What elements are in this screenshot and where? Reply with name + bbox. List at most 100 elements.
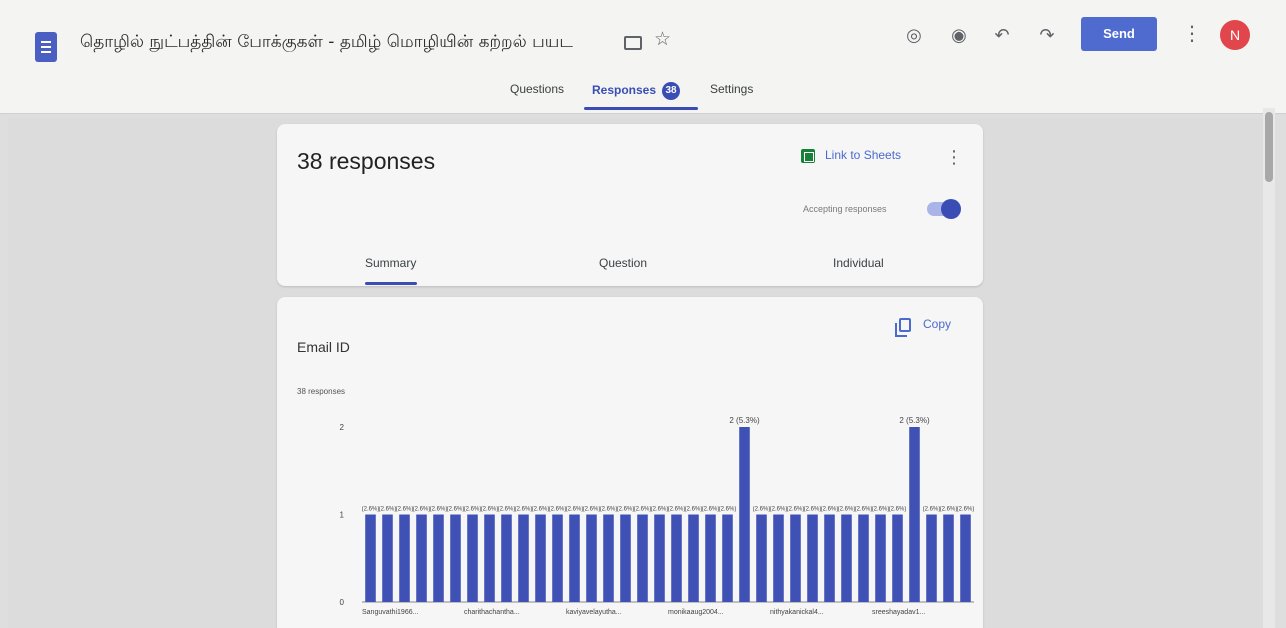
chart-bar bbox=[552, 514, 563, 602]
chart-bar bbox=[909, 427, 920, 602]
active-subtab-indicator bbox=[365, 282, 417, 285]
send-button[interactable]: Send bbox=[1081, 17, 1157, 51]
chart-bar bbox=[824, 514, 835, 602]
bar-data-label: (2.6%) bbox=[515, 507, 533, 513]
palette-icon[interactable]: ◎ bbox=[903, 24, 925, 46]
bar-data-label: (2.6%) bbox=[719, 507, 737, 513]
x-tick-label: charithachantha... bbox=[464, 609, 520, 616]
x-tick-label: Sanguvathi1966... bbox=[362, 609, 418, 616]
chart-bar bbox=[773, 514, 784, 602]
bar-data-label: (2.6%) bbox=[889, 507, 907, 513]
bar-data-label: (2.6%) bbox=[957, 507, 975, 513]
undo-icon[interactable]: ↶ bbox=[991, 24, 1013, 46]
chart-bar bbox=[382, 514, 393, 602]
bar-data-label: (2.6%) bbox=[430, 507, 448, 513]
chart-bar bbox=[399, 514, 410, 602]
chart-bar bbox=[756, 514, 767, 602]
chart-bar bbox=[416, 514, 427, 602]
bar-data-label: (2.6%) bbox=[362, 507, 380, 513]
y-tick-label: 0 bbox=[340, 598, 345, 607]
chart-bar bbox=[688, 514, 699, 602]
x-tick-label: kaviyavelayutha... bbox=[566, 609, 622, 616]
chart-bar bbox=[501, 514, 512, 602]
tab-responses[interactable]: Responses 38 bbox=[592, 82, 681, 100]
toggle-knob bbox=[941, 199, 961, 219]
form-tabs: Questions Responses 38 Settings bbox=[0, 82, 1286, 112]
subtab-individual[interactable]: Individual bbox=[833, 256, 884, 270]
tab-settings[interactable]: Settings bbox=[710, 82, 753, 96]
bar-data-label: (2.6%) bbox=[753, 507, 771, 513]
bar-data-label: (2.6%) bbox=[413, 507, 431, 513]
bar-data-label: (2.6%) bbox=[549, 507, 567, 513]
responses-more-icon[interactable]: ⋮ bbox=[945, 146, 963, 168]
chart-svg: 012(2.6%)Sanguvathi1966...(2.6%) (2.6%) (2… bbox=[340, 417, 975, 616]
bar-data-label: (2.6%) bbox=[447, 507, 465, 513]
subtab-summary[interactable]: Summary bbox=[365, 256, 416, 270]
chart-bar bbox=[637, 514, 648, 602]
bar-data-label: (2.6%) bbox=[634, 507, 652, 513]
tab-responses-label: Responses bbox=[592, 83, 657, 98]
tab-questions[interactable]: Questions bbox=[510, 82, 564, 96]
chart-bar bbox=[807, 514, 818, 602]
x-tick-label: sreeshayadav1... bbox=[872, 609, 925, 616]
bar-data-label: (2.6%) bbox=[481, 507, 499, 513]
bar-data-label: (2.6%) bbox=[668, 507, 686, 513]
folder-icon[interactable] bbox=[624, 36, 642, 50]
chart-bar bbox=[603, 514, 614, 602]
question-summary-card: Copy Email ID 38 responses 0 1 2 (2.6%) Sang… bbox=[277, 297, 983, 628]
bar-data-label: (2.6%) bbox=[379, 507, 397, 513]
chart-bar bbox=[433, 514, 444, 602]
bar-data-label: (2.6%) bbox=[600, 507, 618, 513]
bar-data-label: (2.6%) bbox=[855, 507, 873, 513]
link-to-sheets-button[interactable]: Link to Sheets bbox=[801, 148, 901, 163]
chart-bar bbox=[926, 514, 937, 602]
chart-bar bbox=[841, 514, 852, 602]
chart-bar bbox=[705, 514, 716, 602]
preview-eye-icon[interactable]: ◉ bbox=[948, 24, 970, 46]
chart-bar bbox=[892, 514, 903, 602]
chart-bar bbox=[450, 514, 461, 602]
bar-data-label: (2.6%) bbox=[702, 507, 720, 513]
forms-logo-icon[interactable] bbox=[35, 32, 57, 62]
scrollbar[interactable] bbox=[1263, 108, 1275, 628]
bar-data-label: (2.6%) bbox=[923, 507, 941, 513]
copy-icon bbox=[895, 317, 911, 337]
bar-data-label: (2.6%) bbox=[651, 507, 669, 513]
bar-data-label: 2 (5.3%) bbox=[729, 417, 760, 425]
chart-bar bbox=[739, 427, 750, 602]
bar-data-label: (2.6%) bbox=[940, 507, 958, 513]
scrollbar-thumb[interactable] bbox=[1265, 112, 1273, 182]
form-title[interactable]: தொழில் நுட்பத்தின் போக்குகள் - தமிழ் மொழ… bbox=[80, 32, 573, 54]
chart-bar bbox=[875, 514, 886, 602]
link-to-sheets-label: Link to Sheets bbox=[825, 148, 902, 162]
question-title: Email ID bbox=[297, 339, 350, 355]
avatar[interactable]: N bbox=[1220, 20, 1250, 50]
star-icon[interactable]: ☆ bbox=[654, 30, 671, 49]
bar-data-label: (2.6%) bbox=[872, 507, 890, 513]
copy-chart-button[interactable]: Copy bbox=[895, 317, 952, 337]
redo-icon[interactable]: ↷ bbox=[1036, 24, 1058, 46]
chart-bar bbox=[671, 514, 682, 602]
accepting-responses-toggle[interactable] bbox=[927, 199, 961, 219]
chart-bar bbox=[518, 514, 529, 602]
chart-bar bbox=[943, 514, 954, 602]
chart-bar bbox=[569, 514, 580, 602]
subtab-question[interactable]: Question bbox=[599, 256, 647, 270]
chart-bar bbox=[654, 514, 665, 602]
bar-data-label: (2.6%) bbox=[770, 507, 788, 513]
tab-settings-label: Settings bbox=[710, 82, 754, 96]
email-bar-chart: 0 1 2 (2.6%) Sanguvathi1966... (2.6%) (2.6%) (2… bbox=[317, 417, 983, 627]
bar-data-label: 2 (5.3%) bbox=[899, 417, 930, 425]
bar-data-label: (2.6%) bbox=[532, 507, 550, 513]
chart-bar bbox=[365, 514, 376, 602]
bar-data-label: (2.6%) bbox=[583, 507, 601, 513]
x-tick-label: nithyakanickal4... bbox=[770, 609, 824, 616]
question-response-count: 38 responses bbox=[297, 387, 346, 396]
more-options-icon[interactable]: ⋮ bbox=[1182, 22, 1202, 46]
bar-data-label: (2.6%) bbox=[685, 507, 703, 513]
copy-label: Copy bbox=[923, 317, 952, 331]
bar-data-label: (2.6%) bbox=[617, 507, 635, 513]
bar-data-label: (2.6%) bbox=[804, 507, 822, 513]
chart-bar bbox=[960, 514, 971, 602]
x-tick-label: monikaaug2004... bbox=[668, 609, 724, 616]
